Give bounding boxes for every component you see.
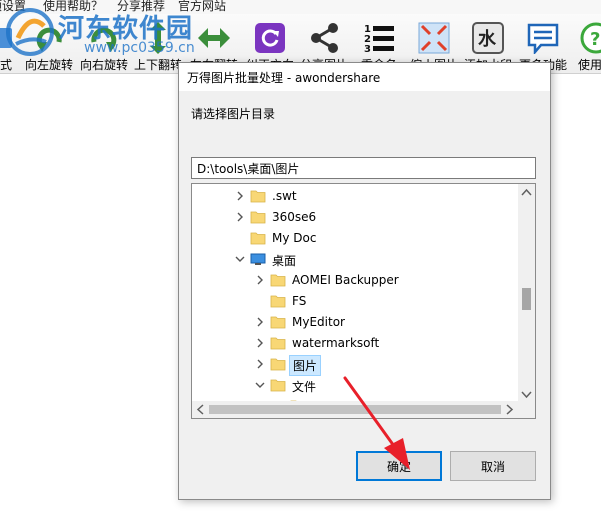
dialog-title: 万得图片批量处理 - awondershare [187,71,381,85]
folder-icon [270,379,286,392]
menu-help[interactable]: 使用帮助？ [43,0,103,14]
tree-item-label: 文件 [292,380,317,394]
tree-horizontal-scrollbar[interactable] [192,401,535,418]
watermark-icon: 水 [472,22,504,54]
tree-item-label: watermarksoft [292,336,380,350]
tree-item-7[interactable]: watermarksoft [192,333,517,354]
chevron-down-icon[interactable] [254,379,266,391]
tree-item-label: 360se6 [272,210,317,224]
svg-text:水: 水 [478,28,497,50]
chevron-right-icon[interactable] [254,358,266,370]
tree-item-label: My Doc [272,231,317,245]
tree-item-0[interactable]: .swt [192,186,517,207]
picture-mode-icon [0,28,12,48]
scrollbar-corner [518,401,535,418]
vertical-scroll-thumb[interactable] [522,288,531,310]
tree-item-4[interactable]: AOMEI Backupper [192,270,517,291]
tree-item-label: FS [292,294,307,308]
cancel-button[interactable]: 取消 [450,451,536,481]
chevron-right-icon[interactable] [234,211,246,223]
app-window: 预设置 使用帮助？ 分享推荐 官方网站 方式 向左旋转 向右旋转 上下翻转 左右… [0,0,601,522]
tree-item-9[interactable]: 文件 [192,375,517,396]
dialog-prompt: 请选择图片目录 [191,107,276,121]
folder-path-input[interactable] [191,157,536,179]
browse-folder-dialog: 万得图片批量处理 - awondershare 请选择图片目录 GMF文件图片w… [178,62,551,500]
flip-horizontal-icon [198,28,230,48]
scroll-up-icon[interactable] [518,184,535,201]
folder-tree[interactable]: GMF文件图片watermarksoftMyEditorFSAOMEI Back… [191,183,536,419]
menu-share[interactable]: 分享推荐 [117,0,165,14]
tree-item-label: 图片 [289,355,322,376]
menu-preset[interactable]: 预设置 [0,0,26,14]
help-icon: ? [580,22,601,54]
flip-vertical-icon [150,22,166,54]
rotate-right-icon [91,27,117,52]
folder-icon [250,232,266,245]
folder-icon [250,190,266,203]
tree-item-5[interactable]: FS [192,291,517,312]
tree-item-2[interactable]: My Doc [192,228,517,249]
ok-button[interactable]: 确定 [356,451,442,481]
folder-icon [270,274,286,287]
menu-official-site[interactable]: 官方网站 [178,0,226,14]
chevron-right-icon[interactable] [254,274,266,286]
tree-item-3[interactable]: 桌面 [192,249,517,270]
scroll-right-icon[interactable] [501,401,518,418]
tree-item-label: MyEditor [292,315,345,329]
tree-item-8[interactable]: 图片 [192,354,517,376]
tree-item-label: AOMEI Backupper [292,273,399,287]
rename-list-icon: 123 [364,24,394,54]
folder-icon [270,316,286,329]
more-features-icon [527,23,559,54]
folder-icon [270,295,286,308]
flip-vertical-button[interactable]: 上下翻转 [132,14,184,74]
folder-icon [270,358,286,371]
chevron-right-icon[interactable] [254,337,266,349]
rotate-right-button[interactable]: 向右旋转 [78,14,130,74]
chevron-right-icon[interactable] [234,190,246,202]
folder-icon [270,337,286,350]
horizontal-scroll-thumb[interactable] [209,405,501,414]
tree-vertical-scrollbar[interactable] [518,184,535,403]
tree-item-label: 桌面 [272,254,297,268]
svg-text:?: ? [590,29,600,50]
desktop-icon [250,253,266,265]
share-icon [311,23,338,53]
correct-orientation-icon [255,23,285,53]
help-button[interactable]: ? 使用帮 [570,14,601,74]
rotate-left-icon [36,27,62,52]
folder-icon [250,211,266,224]
tree-item-label: .swt [272,189,297,203]
scroll-left-icon[interactable] [192,401,209,418]
toolbar-label: 使用帮 [577,58,601,72]
tree-item-6[interactable]: MyEditor [192,312,517,333]
rotate-left-button[interactable]: 向左旋转 [23,14,75,74]
dialog-title-bar[interactable]: 万得图片批量处理 - awondershare [179,63,550,91]
tree-item-1[interactable]: 360se6 [192,207,517,228]
shrink-image-icon [418,22,450,54]
chevron-right-icon[interactable] [254,316,266,328]
svg-text:3: 3 [364,44,371,54]
chevron-down-icon[interactable] [234,253,246,265]
menu-bar: 预设置 使用帮助？ 分享推荐 官方网站 [0,0,601,14]
